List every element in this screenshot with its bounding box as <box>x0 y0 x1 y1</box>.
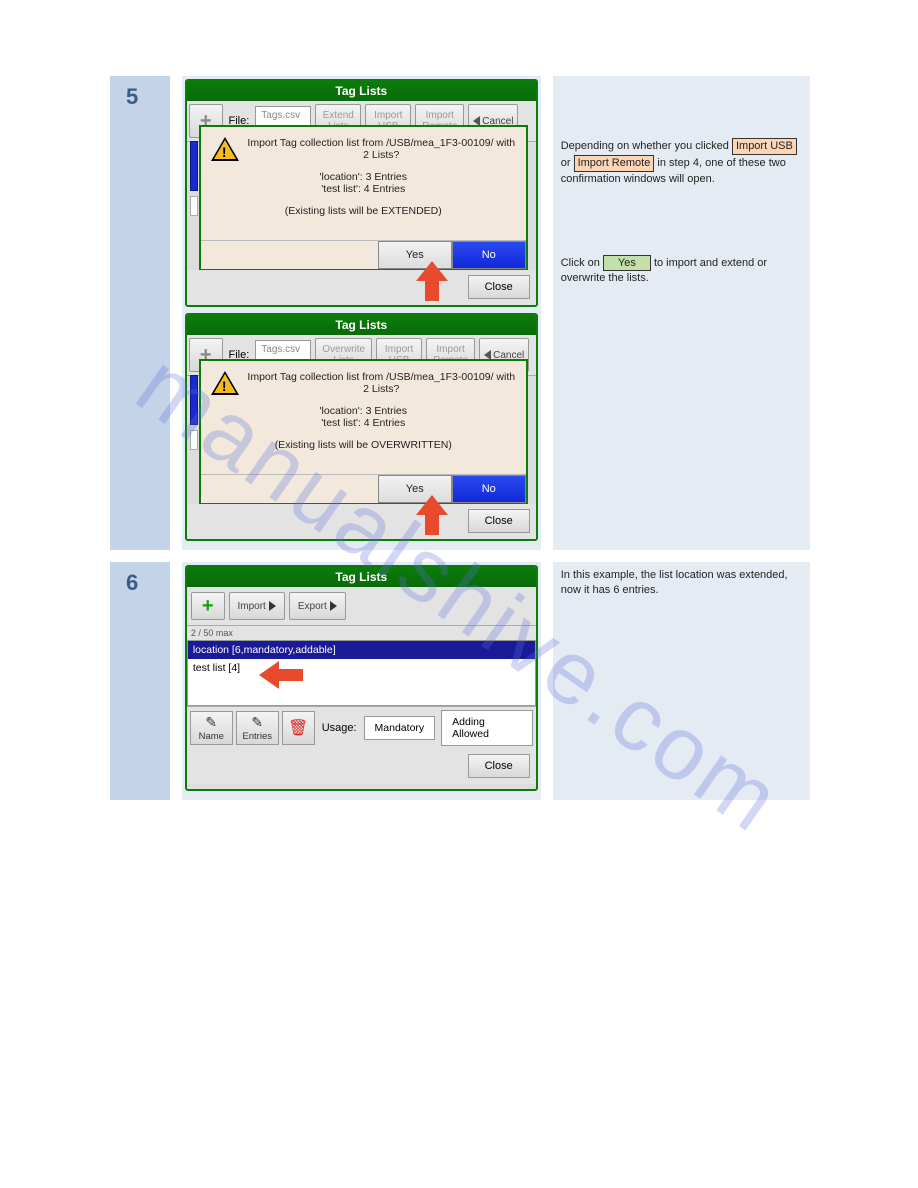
no-button[interactable]: No <box>452 241 526 269</box>
dialog-line-3: 'test list': 4 Entries <box>211 417 516 429</box>
edit-icon: ✎ <box>205 714 217 731</box>
list-item[interactable]: test list [4] <box>188 659 535 677</box>
step-number-6: 6 <box>110 562 170 596</box>
close-button[interactable]: Close <box>468 275 530 299</box>
pointer-arrow-icon <box>412 493 452 537</box>
dialog-line-4: (Existing lists will be OVERWRITTEN) <box>211 439 516 451</box>
screenshot-overwrite: Tag Lists + File: Tags.csv Overwrite Lis… <box>185 313 538 541</box>
step-number-col: 6 <box>110 562 170 800</box>
step-number-col: 5 <box>110 76 170 550</box>
dialog-line-3: 'test list': 4 Entries <box>211 183 516 195</box>
window-title: Tag Lists <box>187 81 536 101</box>
list-count: 2 / 50 max <box>187 626 536 640</box>
trash-icon: 🗑 <box>288 718 308 738</box>
confirm-dialog-extend: ! Import Tag collection list from /USB/m… <box>199 125 528 271</box>
screenshot-col-5: Tag Lists + File: Tags.csv Extend Lists … <box>182 76 541 550</box>
screenshot-extend: Tag Lists + File: Tags.csv Extend Lists … <box>185 79 538 307</box>
chevron-right-icon <box>269 601 276 611</box>
dialog-line-2: 'location': 3 Entries <box>211 405 516 417</box>
import-button[interactable]: Import <box>229 592 285 620</box>
pointer-arrow-icon <box>412 259 452 303</box>
warning-icon: ! <box>211 137 239 163</box>
close-button[interactable]: Close <box>468 754 530 778</box>
toolbar: + Import Export <box>187 587 536 626</box>
confirm-dialog-overwrite: ! Import Tag collection list from /USB/m… <box>199 359 528 505</box>
add-button[interactable]: + <box>191 592 225 620</box>
pointer-arrow-icon <box>257 657 305 693</box>
close-button[interactable]: Close <box>468 509 530 533</box>
warning-icon: ! <box>211 371 239 397</box>
name-button[interactable]: ✎ Name <box>190 711 233 745</box>
no-button[interactable]: No <box>452 475 526 503</box>
instruction-col-5: Depending on whether you clicked Import … <box>553 76 810 550</box>
dialog-line-1: Import Tag collection list from /USB/mea… <box>211 367 516 395</box>
edit-icon: ✎ <box>251 714 263 731</box>
dialog-line-1: Import Tag collection list from /USB/mea… <box>211 133 516 161</box>
mandatory-button[interactable]: Mandatory <box>364 716 436 740</box>
text: or <box>561 157 574 169</box>
text: Depending on whether you clicked <box>561 140 732 152</box>
highlight-import-remote: Import Remote <box>574 155 655 172</box>
usage-label: Usage: <box>318 722 361 734</box>
window-title: Tag Lists <box>187 567 536 587</box>
screenshot-col-6: Tag Lists + Import Export 2 / 50 max <box>182 562 541 800</box>
instruction-col-6: In this example, the list location was e… <box>553 562 810 800</box>
adding-allowed-button[interactable]: Adding Allowed <box>441 710 533 746</box>
list-panel: location [6,mandatory,addable] test list… <box>187 640 536 706</box>
export-button[interactable]: Export <box>289 592 346 620</box>
text: Click on <box>561 257 603 269</box>
text: In this example, the list location was e… <box>561 568 802 598</box>
highlight-yes: Yes <box>603 255 651 272</box>
window-title: Tag Lists <box>187 315 536 335</box>
highlight-import-usb: Import USB <box>732 138 797 155</box>
chevron-right-icon <box>330 601 337 611</box>
screenshot-result: Tag Lists + Import Export 2 / 50 max <box>185 565 538 791</box>
list-item[interactable]: location [6,mandatory,addable] <box>188 641 535 659</box>
dialog-line-2: 'location': 3 Entries <box>211 171 516 183</box>
bottom-toolbar: ✎ Name ✎ Entries 🗑 Usage: Mandatory <box>187 706 536 749</box>
dialog-line-4: (Existing lists will be EXTENDED) <box>211 205 516 217</box>
delete-button[interactable]: 🗑 <box>282 711 315 745</box>
step-number-5: 5 <box>110 76 170 110</box>
entries-button[interactable]: ✎ Entries <box>236 711 279 745</box>
